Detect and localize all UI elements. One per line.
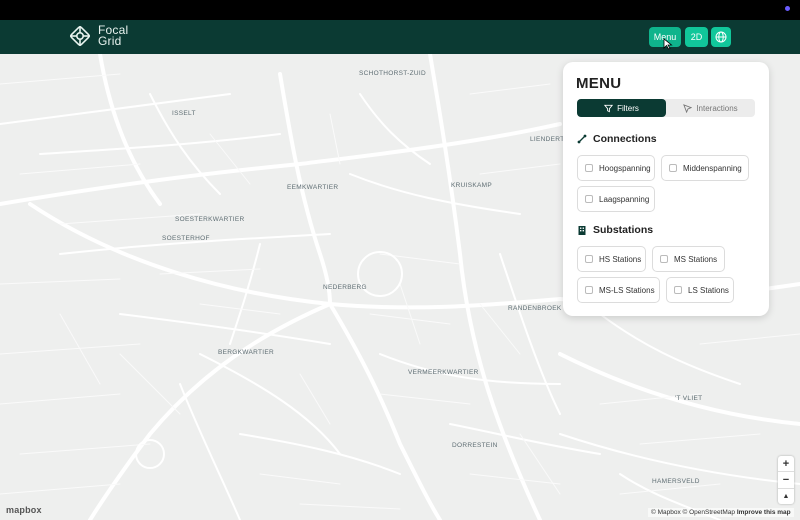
checkbox[interactable] (585, 195, 593, 203)
filter-ms-stations[interactable]: MS Stations (652, 246, 725, 272)
filter-ls-stations[interactable]: LS Stations (666, 277, 734, 303)
logo-text: Focal Grid (98, 24, 128, 48)
map-label-schothorst-zuid: SCHOTHORST-ZUID (359, 70, 426, 77)
tab-interactions[interactable]: Interactions (666, 99, 755, 117)
globe-icon (715, 31, 727, 43)
panel-tabs: Filters Interactions (577, 99, 755, 117)
chip-label: Laagspanning (599, 194, 650, 204)
map-label-isselt: ISSELT (172, 110, 196, 117)
substations-title: Substations (593, 224, 654, 236)
connection-icon (577, 134, 587, 144)
view-mode-button[interactable]: 2D (685, 27, 708, 47)
chip-label: MS-LS Stations (599, 285, 655, 295)
menu-panel: MENU Filters Interactions Connections Ho… (563, 62, 769, 316)
chip-label: HS Stations (599, 254, 642, 264)
map-label-bergkwartier: BERGKWARTIER (218, 349, 274, 356)
globe-button[interactable] (711, 27, 731, 47)
checkbox[interactable] (585, 286, 593, 294)
map-label-nederberg: NEDERBERG (323, 284, 367, 291)
zoom-controls: + − ▲ (778, 456, 794, 504)
map-label-t-vliet: 'T VLIET (675, 395, 703, 402)
map-label-liendert: LIENDERT (530, 136, 565, 143)
app-header: Focal Grid Menu 2D (0, 20, 800, 54)
tab-interactions-label: Interactions (696, 103, 738, 113)
map-label-vermeerkwartier: VERMEERKWARTIER (408, 369, 479, 376)
zoom-in-button[interactable]: + (778, 456, 794, 473)
panel-title: MENU (576, 75, 622, 92)
logo-line-2: Grid (98, 34, 122, 48)
filter-icon (604, 104, 614, 112)
map-label-hamersveld: HAMERSVELD (652, 478, 700, 485)
filter-laagspanning[interactable]: Laagspanning (577, 186, 655, 212)
focal-grid-logo[interactable]: Focal Grid (68, 24, 128, 48)
connections-title: Connections (593, 133, 657, 145)
map-label-eemkwartier: EEMKWARTIER (287, 184, 339, 191)
mapbox-logo[interactable]: mapbox (6, 505, 42, 515)
map-attribution: © Mapbox © OpenStreetMap Improve this ma… (648, 508, 794, 517)
checkbox[interactable] (585, 255, 593, 263)
checkbox[interactable] (669, 164, 677, 172)
attribution-text[interactable]: © Mapbox © OpenStreetMap (651, 509, 735, 516)
connections-heading: Connections (577, 133, 657, 145)
tab-filters[interactable]: Filters (577, 99, 666, 117)
chip-label: Hoogspanning (599, 163, 651, 173)
filter-hoogspanning[interactable]: Hoogspanning (577, 155, 655, 181)
logo-icon (70, 26, 90, 46)
mouse-cursor-icon (663, 38, 673, 50)
status-dot (785, 6, 790, 11)
zoom-out-button[interactable]: − (778, 472, 794, 489)
improve-map-link[interactable]: Improve this map (737, 509, 791, 516)
map-label-soesterhof: SOESTERHOF (162, 235, 210, 242)
map-label-soesterkwartier: SOESTERKWARTIER (175, 216, 245, 223)
substation-icon (578, 225, 586, 235)
compass-button[interactable]: ▲ (778, 489, 794, 504)
map-label-kruiskamp: KRUISKAMP (451, 182, 492, 189)
map-label-randenbroek: RANDENBROEK (508, 305, 562, 312)
chip-label: Middenspanning (683, 163, 742, 173)
checkbox[interactable] (674, 286, 682, 294)
chip-label: MS Stations (674, 254, 718, 264)
checkbox[interactable] (585, 164, 593, 172)
filter-middenspanning[interactable]: Middenspanning (661, 155, 749, 181)
substations-heading: Substations (577, 224, 653, 236)
filter-hs-stations[interactable]: HS Stations (577, 246, 646, 272)
filter-ms-ls-stations[interactable]: MS-LS Stations (577, 277, 660, 303)
checkbox[interactable] (660, 255, 668, 263)
tab-filters-label: Filters (617, 103, 639, 113)
chip-label: LS Stations (688, 285, 729, 295)
map-label-dorrestein: DORRESTEIN (452, 442, 498, 449)
top-black-bar (0, 0, 800, 20)
pointer-icon (683, 103, 693, 113)
